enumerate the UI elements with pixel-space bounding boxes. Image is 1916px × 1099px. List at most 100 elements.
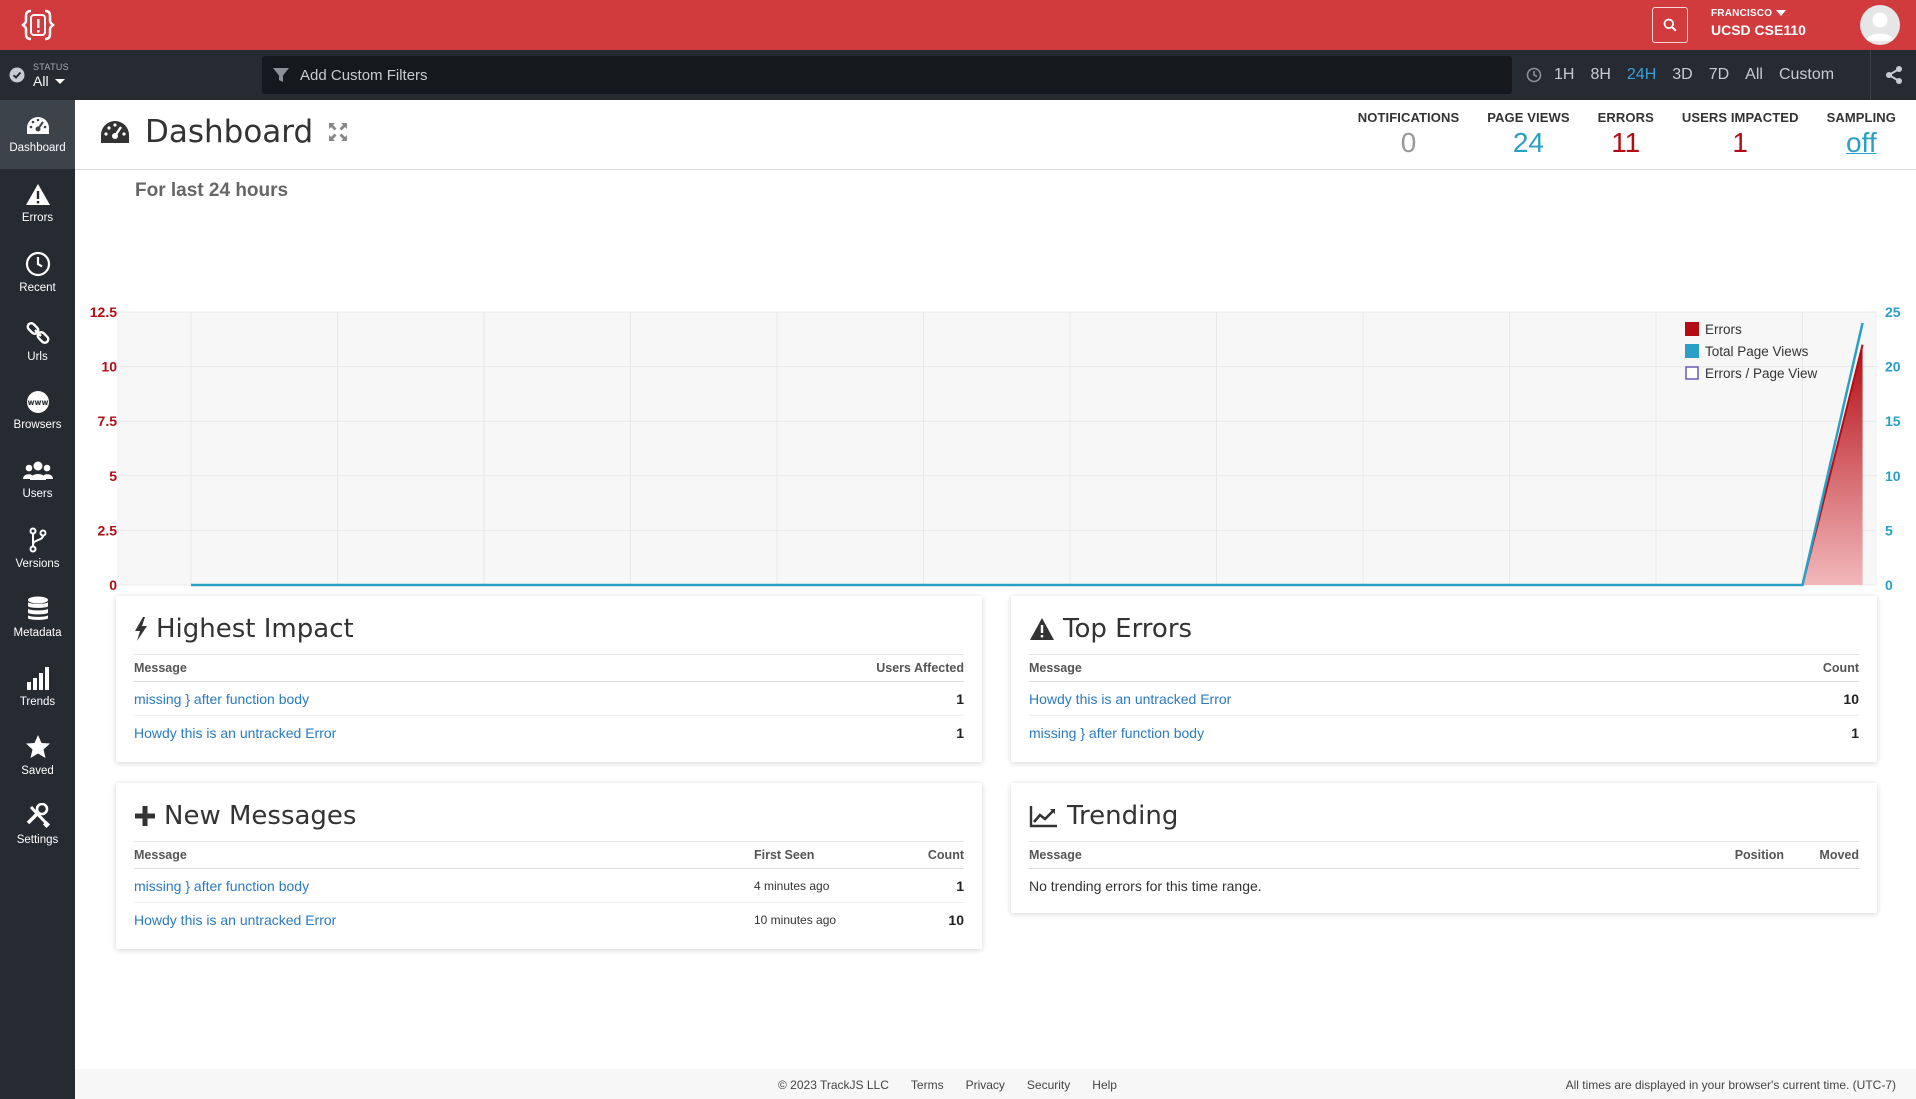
filter-icon (273, 68, 289, 82)
fullscreen-button[interactable] (327, 121, 349, 143)
new-messages-table: Message First Seen Count missing } after… (134, 841, 964, 937)
chevron-down-icon (1776, 10, 1787, 17)
table-header: Message Users Affected (134, 654, 964, 682)
range-all[interactable]: All (1737, 66, 1771, 84)
stat-sampling[interactable]: SAMPLING off (1827, 110, 1896, 159)
users-affected-count: 1 (956, 725, 964, 741)
sidebar-item-browsers[interactable]: www Browsers (0, 376, 75, 445)
message-count: 10 (948, 912, 964, 928)
sidebar-item-urls[interactable]: Urls (0, 307, 75, 376)
stat-users-impacted[interactable]: USERS IMPACTED 1 (1682, 110, 1799, 159)
sidebar-item-settings[interactable]: Settings (0, 790, 75, 859)
bars-icon (26, 667, 49, 690)
sidebar-item-label: Trends (19, 696, 56, 708)
error-message-link[interactable]: missing } after function body (1029, 725, 1851, 741)
card-title: Trending (1067, 801, 1179, 831)
error-message-link[interactable]: Howdy this is an untracked Error (134, 725, 956, 741)
card-title: New Messages (164, 801, 357, 831)
sidebar-item-label: Recent (19, 282, 56, 294)
trackjs-logo[interactable] (0, 0, 75, 50)
empty-message: No trending errors for this time range. (1029, 878, 1262, 894)
range-7d[interactable]: 7D (1701, 66, 1737, 84)
sidebar-item-versions[interactable]: Versions (0, 514, 75, 583)
sidebar-item-label: Urls (27, 351, 48, 363)
footer: © 2023 TrackJS LLC Terms Privacy Securit… (75, 1069, 1916, 1099)
range-custom[interactable]: Custom (1771, 66, 1842, 84)
users-affected-count: 1 (956, 690, 964, 707)
database-icon (27, 596, 48, 620)
table-row: Howdy this is an untracked Error 10 minu… (134, 903, 964, 937)
users-icon (22, 461, 53, 480)
left-axis-tick-label: 7.5 (98, 413, 118, 429)
sidebar-item-dashboard[interactable]: Dashboard (0, 100, 75, 169)
sidebar-item-recent[interactable]: Recent (0, 238, 75, 307)
legend-label: Errors / Page View (1705, 366, 1818, 381)
custom-filter-input[interactable]: Add Custom Filters (262, 56, 1512, 94)
privacy-link[interactable]: Privacy (966, 1078, 1005, 1092)
table-row: Howdy this is an untracked Error 10 (1029, 682, 1859, 716)
global-search-button[interactable] (1652, 7, 1688, 43)
stat-page-views[interactable]: PAGE VIEWS 24 (1487, 110, 1569, 159)
expand-icon (329, 123, 348, 141)
range-24h[interactable]: 24H (1619, 66, 1664, 84)
stat-errors[interactable]: ERRORS 11 (1598, 110, 1654, 159)
svg-text:www: www (27, 398, 48, 407)
sidebar-item-trends[interactable]: Trends (0, 652, 75, 721)
legend-swatch (1685, 322, 1699, 336)
error-message-link[interactable]: Howdy this is an untracked Error (1029, 691, 1843, 707)
security-link[interactable]: Security (1027, 1078, 1070, 1092)
copyright: © 2023 TrackJS LLC (778, 1078, 889, 1092)
highest-impact-table: Message Users Affected missing } after f… (134, 654, 964, 750)
sidebar-item-label: Browsers (13, 419, 62, 431)
sidebar-item-errors[interactable]: Errors (0, 169, 75, 238)
sidebar-item-label: Users (22, 488, 53, 500)
column-message: Message (134, 848, 187, 862)
sidebar-item-users[interactable]: Users (0, 445, 75, 514)
range-8h[interactable]: 8H (1582, 66, 1618, 84)
right-axis-tick-label: 25 (1885, 304, 1901, 320)
trending-card: Trending Message Position Moved No trend… (1011, 783, 1877, 913)
range-3d[interactable]: 3D (1664, 66, 1700, 84)
org-name: UCSD CSE110 (1711, 22, 1806, 38)
stat-value: off (1845, 127, 1877, 158)
errors-pageviews-chart[interactable]: 02.557.51012.50510152025Jun 4 00:00Jun 4… (75, 170, 1916, 590)
column-message: Message (1029, 848, 1082, 862)
table-row: missing } after function body 4 minutes … (134, 869, 964, 903)
tools-icon (26, 803, 50, 829)
stat-notifications[interactable]: NOTIFICATIONS 0 (1358, 110, 1459, 159)
clock-icon (25, 251, 50, 277)
column-count: Count (927, 848, 964, 862)
table-row: Howdy this is an untracked Error 1 (134, 716, 964, 750)
error-message-link[interactable]: missing } after function body (134, 691, 956, 707)
card-title: Highest Impact (156, 614, 354, 644)
avatar[interactable] (1860, 5, 1900, 45)
first-seen-time: 10 minutes ago (754, 913, 837, 927)
chart-section: For last 24 hours 0 2.5 5 7.5 10 12.5 0 5 10 15 20… (75, 170, 1916, 590)
top-bar: FRANCISCO UCSD CSE110 (0, 0, 1916, 50)
error-message-link[interactable]: Howdy this is an untracked Error (134, 912, 754, 928)
sidebar-item-metadata[interactable]: Metadata (0, 583, 75, 652)
plot-background (117, 312, 1877, 585)
column-position: Position (1734, 848, 1784, 862)
sidebar-item-saved[interactable]: Saved (0, 721, 75, 790)
status-dropdown[interactable]: STATUS All (0, 50, 75, 100)
stat-value: 24 (1512, 127, 1544, 158)
org-switcher[interactable]: FRANCISCO UCSD CSE110 (1711, 8, 1806, 38)
left-axis-tick-label: 2.5 (98, 522, 118, 538)
stat-label: USERS IMPACTED (1681, 110, 1799, 125)
help-link[interactable]: Help (1092, 1078, 1117, 1092)
warning-icon (25, 184, 50, 205)
share-button[interactable] (1870, 50, 1916, 100)
right-axis-tick-label: 15 (1885, 413, 1901, 429)
legend-swatch (1685, 344, 1699, 358)
table-row: missing } after function body 1 (1029, 716, 1859, 750)
error-message-link[interactable]: missing } after function body (134, 878, 754, 894)
column-first-seen: First Seen (754, 848, 815, 862)
sidebar-item-label: Metadata (13, 627, 62, 639)
range-1h[interactable]: 1H (1546, 66, 1582, 84)
left-axis-tick-label: 12.5 (90, 304, 117, 320)
stat-value: 0 (1400, 127, 1417, 158)
terms-link[interactable]: Terms (911, 1078, 944, 1092)
stat-value: 11 (1611, 127, 1641, 158)
card-title: Top Errors (1063, 614, 1193, 644)
